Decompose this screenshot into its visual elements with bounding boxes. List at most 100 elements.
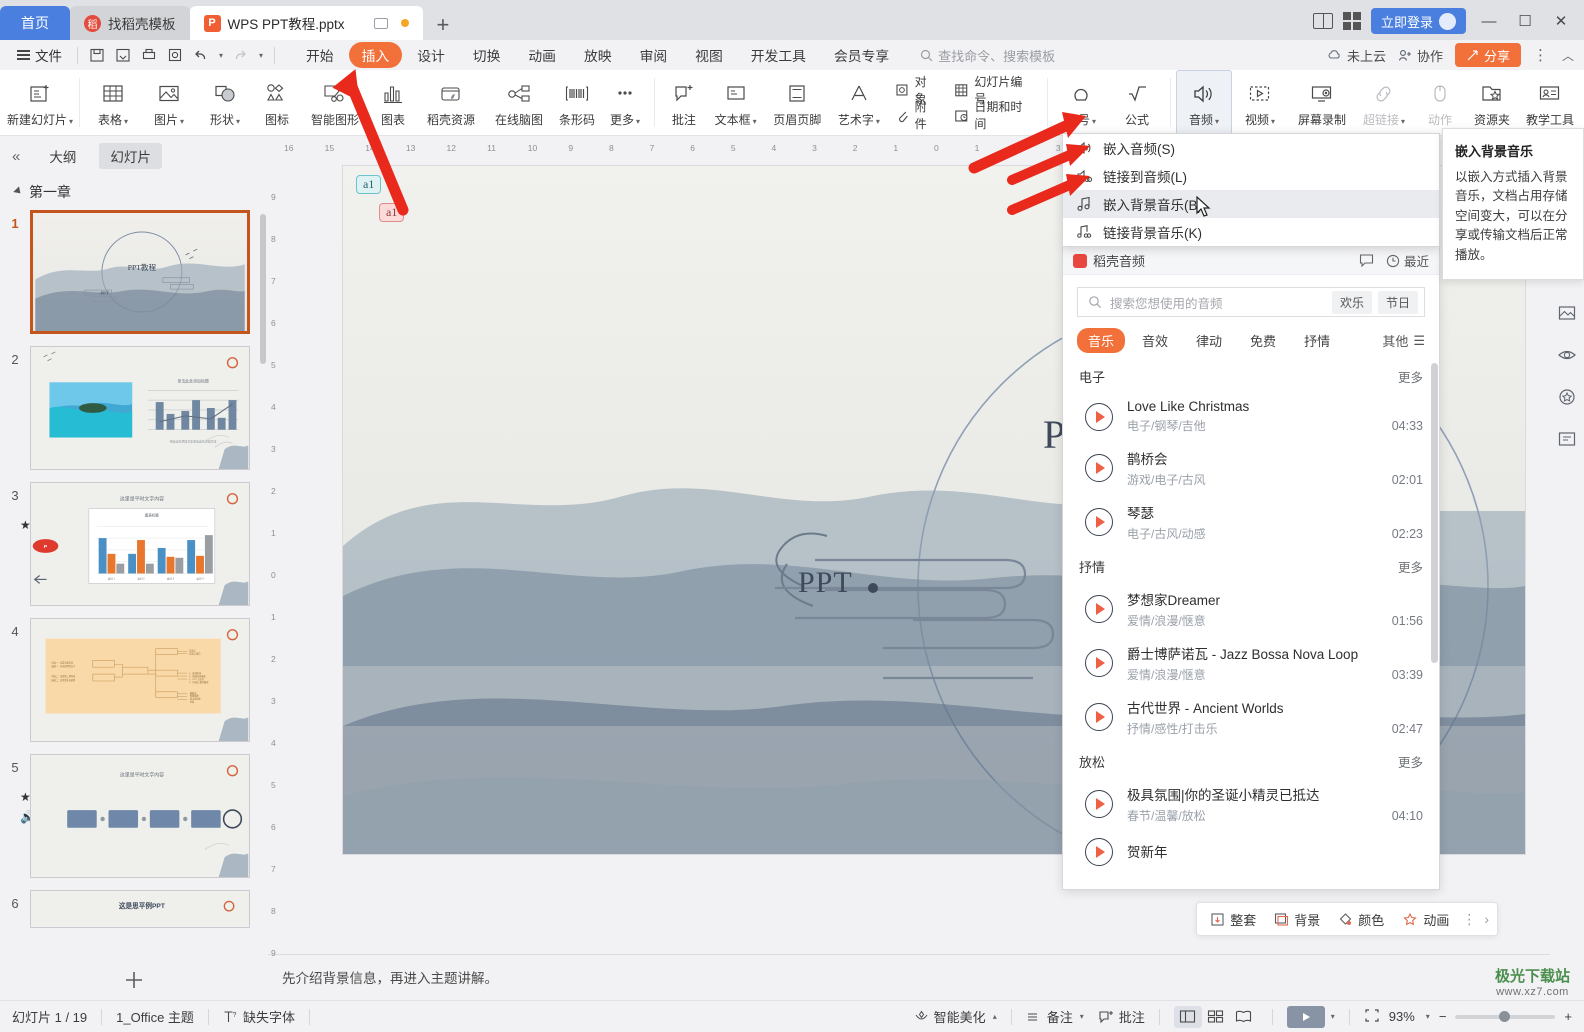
add-slide-button[interactable] <box>0 960 268 1000</box>
chip-happy[interactable]: 欢乐 <box>1331 290 1372 314</box>
audio-dropdown-menu[interactable]: 嵌入音频(S) 链接到音频(L) 嵌入背景音乐(B) 链接背景音乐(K) <box>1062 133 1440 247</box>
collaborate-button[interactable]: 协作 <box>1398 46 1443 65</box>
design-background-button[interactable]: 背景 <box>1265 910 1329 929</box>
play-button[interactable] <box>1085 402 1113 431</box>
ribbon-formula-button[interactable]: 公式 <box>1109 70 1165 135</box>
more-vertical-icon[interactable]: ⋮ <box>1458 911 1480 928</box>
ribbon-docer-resource-button[interactable]: 稻壳资源 <box>417 70 485 135</box>
audio-search-input[interactable]: 搜索您想使用的音频 欢乐 节日 <box>1077 287 1425 317</box>
fit-slide-button[interactable] <box>1364 1008 1380 1026</box>
print-icon[interactable] <box>136 43 162 67</box>
slide-thumbnail-6[interactable]: 6 这是思平例PPT <box>0 890 268 940</box>
slideshow-options-icon[interactable]: ▾ <box>1331 1012 1335 1021</box>
close-button[interactable]: ✕ <box>1548 12 1574 30</box>
tab-document[interactable]: P WPS PPT教程.pptx <box>189 6 423 40</box>
audio-track-row[interactable]: 鹊桥会 游戏/电子/古风 02:01 <box>1063 441 1439 495</box>
ribbon-attachment-button[interactable]: 附件 <box>891 100 943 131</box>
save-icon[interactable] <box>84 43 110 67</box>
audio-section-more-link[interactable]: 更多 <box>1398 557 1423 576</box>
login-button[interactable]: 立即登录 <box>1370 8 1466 34</box>
file-menu-button[interactable]: 文件 <box>8 45 71 65</box>
ribbon-comment-button[interactable]: 批注 <box>660 70 708 135</box>
category-free[interactable]: 免费 <box>1239 328 1287 353</box>
smart-beautify-button[interactable]: 智能美化 ▴ <box>914 1007 997 1026</box>
maximize-button[interactable]: ☐ <box>1512 12 1538 30</box>
slide-thumbnail-list[interactable]: 第一章 1 PPT教程 ·PPT 2 单击此处添加标题 单击此处添加文本单击此处… <box>0 172 268 960</box>
slide-sorter-button[interactable] <box>1202 1006 1230 1028</box>
ribbon-wordart-button[interactable]: 艺术字 ▾ <box>831 70 887 135</box>
slide-thumbnail-3[interactable]: 3 ★ 这里是平时文字内容 图表标题 类别 1 类别 2 类别 3 类别 4 P <box>0 482 268 618</box>
ribbon-picture-button[interactable]: 图片 ▾ <box>141 70 197 135</box>
vertical-ruler[interactable]: 9 8 7 6 5 4 3 2 1 0 1 2 3 4 5 6 7 8 9 <box>268 156 284 958</box>
eye-icon[interactable] <box>1554 342 1580 368</box>
normal-view-button[interactable] <box>1173 1005 1202 1028</box>
section-header[interactable]: 第一章 <box>0 176 268 210</box>
ribbon-tab-start[interactable]: 开始 <box>293 42 347 68</box>
tab-find-template[interactable]: 稻 找稻壳模板 <box>70 6 190 40</box>
play-button[interactable] <box>1085 454 1113 482</box>
animation-badge-1[interactable]: a1 <box>356 175 382 194</box>
chip-holiday[interactable]: 节日 <box>1377 290 1418 314</box>
design-color-button[interactable]: 颜色 <box>1329 910 1393 929</box>
play-button[interactable] <box>1085 649 1113 677</box>
print-preview-icon[interactable] <box>162 43 188 67</box>
menu-item-embed-audio[interactable]: 嵌入音频(S) <box>1063 134 1439 162</box>
zoom-out-button[interactable]: − <box>1439 1009 1447 1024</box>
audio-track-row[interactable]: 爵士博萨诺瓦 - Jazz Bossa Nova Loop 爱情/浪漫/惬意 03:… <box>1063 636 1439 690</box>
ribbon-tab-developer[interactable]: 开发工具 <box>738 42 819 68</box>
audio-track-row[interactable]: 梦想家Dreamer 爱情/浪漫/惬意 01:56 <box>1063 582 1439 636</box>
missing-font-button[interactable]: ? 缺失字体 <box>223 1007 295 1026</box>
ribbon-tab-view[interactable]: 视图 <box>682 42 736 68</box>
customize-quick-access-icon[interactable]: ▾ <box>252 43 268 67</box>
category-more-button[interactable]: 其他 ☰ <box>1382 331 1425 350</box>
feedback-icon[interactable] <box>1359 252 1374 270</box>
audio-track-row[interactable]: 琴瑟 电子/古风/动感 02:23 <box>1063 495 1439 549</box>
ribbon-chart-button[interactable]: 图表 <box>369 70 417 135</box>
ribbon-tab-slideshow[interactable]: 放映 <box>571 42 625 68</box>
slide-thumbnail-5[interactable]: 5 ★ 🔊 这里是平时文字内容 <box>0 754 268 890</box>
audio-track-row[interactable]: 极具氛围|你的圣诞小精灵已抵达 春节/温馨/放松 04:10 <box>1063 777 1439 831</box>
slide-thumbnail-4[interactable]: 4 内容一：这是主要内容 描述一：补充说明性文字 内容二：这是第二项内容 描述二… <box>0 618 268 754</box>
save-as-icon[interactable] <box>110 43 136 67</box>
ribbon-screen-record-button[interactable]: 屏幕录制 <box>1288 70 1356 135</box>
chevron-right-icon[interactable]: › <box>1480 911 1493 927</box>
spark-icon[interactable] <box>1554 384 1580 410</box>
slide-thumbnail-1[interactable]: 1 PPT教程 ·PPT <box>0 210 268 346</box>
play-button[interactable] <box>1085 838 1113 866</box>
audio-track-row[interactable]: Love Like Christmas 电子/钢琴/吉他 04:33 <box>1063 392 1439 441</box>
play-button[interactable] <box>1085 595 1113 623</box>
animation-badge-2[interactable]: a1 <box>379 203 405 222</box>
ribbon-symbol-button[interactable]: 符号 ▾ <box>1053 70 1109 135</box>
zoom-level-label[interactable]: 93% <box>1389 1009 1415 1024</box>
app-grid-icon[interactable] <box>1342 12 1361 30</box>
play-button[interactable] <box>1085 703 1113 731</box>
ribbon-shapes-button[interactable]: 形状 ▾ <box>197 70 253 135</box>
menu-item-link-bgm[interactable]: 链接背景音乐(K) <box>1063 218 1439 246</box>
ribbon-video-button[interactable]: 视频 ▾ <box>1232 70 1288 135</box>
audio-track-list[interactable]: 电子 更多 Love Like Christmas 电子/钢琴/吉他 04:33 鹊桥会游… <box>1063 359 1439 889</box>
ribbon-date-time-button[interactable]: 日期和时间 <box>950 100 1038 131</box>
ribbon-table-button[interactable]: 表格 ▾ <box>85 70 141 135</box>
screen-cast-icon[interactable] <box>373 17 388 29</box>
ribbon-tab-transition[interactable]: 切换 <box>460 42 514 68</box>
audio-section-more-link[interactable]: 更多 <box>1398 752 1423 771</box>
category-sound-effect[interactable]: 音效 <box>1131 328 1179 353</box>
category-lyrical[interactable]: 抒情 <box>1293 328 1341 353</box>
new-tab-button[interactable]: + <box>423 14 464 40</box>
speaker-notes-pane[interactable]: 先介绍背景信息，再进入主题讲解。 <box>268 954 1584 1000</box>
ribbon-new-slide-button[interactable]: 新建幻灯片 ▾ <box>6 70 74 135</box>
picture-tool-icon[interactable] <box>1554 300 1580 326</box>
ribbon-more-button[interactable]: 更多 ▾ <box>601 70 649 135</box>
undo-caret-icon[interactable]: ▾ <box>214 43 226 67</box>
slide-subtitle[interactable]: PPT <box>798 566 853 600</box>
audio-track-row[interactable]: 贺新年 <box>1063 831 1439 873</box>
ribbon-smartart-button[interactable]: 智能图形 <box>301 70 369 135</box>
ribbon-teaching-tools-button[interactable]: 教学工具 <box>1516 70 1584 135</box>
zoom-in-button[interactable]: + <box>1564 1009 1572 1024</box>
play-button[interactable] <box>1085 790 1113 818</box>
slide-tool-icon[interactable] <box>1554 426 1580 452</box>
design-full-set-button[interactable]: 整套 <box>1201 910 1265 929</box>
play-button[interactable] <box>1085 508 1113 536</box>
collapse-ribbon-icon[interactable]: ︿ <box>1562 47 1574 64</box>
cloud-status-button[interactable]: 未上云 <box>1327 46 1386 65</box>
